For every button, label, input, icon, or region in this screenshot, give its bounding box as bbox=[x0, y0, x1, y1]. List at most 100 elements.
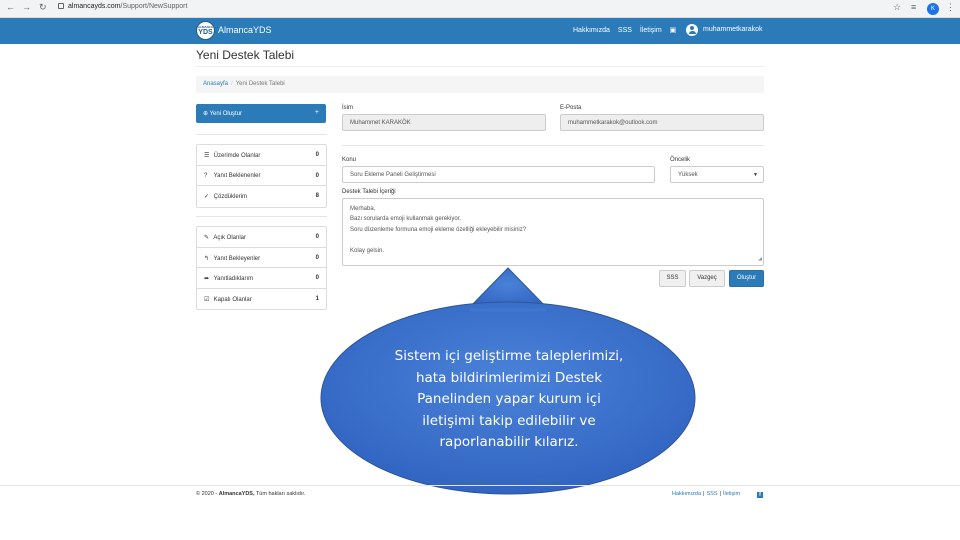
content-line: Merhaba, bbox=[350, 206, 376, 212]
reply-icon: ↰ bbox=[204, 255, 210, 262]
content-line: Soru düzenleme formuna emoji ekleme özel… bbox=[350, 226, 527, 233]
nav-link-contact[interactable]: İletişim bbox=[640, 27, 662, 34]
footer-divider bbox=[0, 485, 960, 486]
sidebar-item-label: Yanıt Bekleyenler bbox=[213, 255, 261, 262]
footer-separator: | bbox=[719, 491, 721, 497]
cancel-button[interactable]: Vazgeç bbox=[689, 270, 725, 287]
faq-button[interactable]: SSS bbox=[659, 270, 686, 287]
sidebar-item-solved[interactable]: ✓ Çözdüklerim 8 bbox=[197, 186, 326, 207]
browser-toolbar: ← → ↻ almancayds.com/Support/NewSupport … bbox=[0, 0, 960, 18]
my-tickets-list: ✎ Açık Olanlar 0 ↰ Yanıt Bekleyenler 0 ➦… bbox=[196, 226, 327, 310]
sidebar-item-label: Üzerimde Olanlar bbox=[213, 153, 261, 159]
sidebar-item-awaiting-answer[interactable]: ? Yanıt Beklenenler 0 bbox=[197, 166, 326, 186]
copyright-rights: Tüm hakları saklıdır. bbox=[255, 491, 306, 497]
count-badge: 0 bbox=[315, 172, 319, 179]
email-field[interactable]: muhammetkarakok@outlook.com bbox=[560, 114, 764, 131]
footer-link-about[interactable]: Hakkımızda bbox=[672, 491, 701, 497]
page-title: Yeni Destek Talebi bbox=[196, 48, 295, 62]
callout-line: raporlanabilir kılarız. bbox=[439, 434, 579, 451]
logo-main-text: YDS bbox=[198, 29, 213, 36]
nav-link-faq[interactable]: SSS bbox=[618, 27, 632, 34]
callout-pointer bbox=[466, 267, 550, 310]
chevron-down-icon: ▼ bbox=[753, 172, 758, 178]
nav-link-about[interactable]: Hakkımızda bbox=[573, 27, 610, 34]
sidebar-item-label: Açık Olanlar bbox=[213, 235, 247, 241]
thumbs-up-icon: ✓ bbox=[204, 194, 210, 200]
count-badge: 1 bbox=[315, 295, 319, 302]
copyright-brand: AlmancaYDS, bbox=[218, 491, 255, 497]
name-field[interactable]: Muhammet KARAKÖK bbox=[342, 114, 546, 131]
email-label: E-Posta bbox=[560, 105, 582, 111]
create-button[interactable]: Oluştur bbox=[729, 270, 764, 287]
footer-link-faq[interactable]: SSS bbox=[706, 491, 717, 497]
profile-avatar[interactable]: K bbox=[927, 3, 939, 15]
count-badge: 8 bbox=[315, 193, 319, 199]
footer-link-contact[interactable]: İletişim bbox=[723, 491, 740, 497]
copyright: © 2020 - AlmancaYDS, Tüm hakları saklıdı… bbox=[196, 491, 305, 497]
assigned-list: ☰ Üzerimde Olanlar 0 ? Yanıt Beklenenler… bbox=[196, 144, 327, 208]
priority-label: Öncelik bbox=[670, 157, 691, 163]
callout-line: iletişimi takip edilebilir ve bbox=[422, 412, 596, 429]
content-textarea[interactable]: Merhaba, Bazı sorularda emoji kullanmak … bbox=[342, 198, 764, 266]
check-icon: ☑ bbox=[204, 296, 210, 303]
name-label: İsim bbox=[342, 105, 353, 111]
callout-line: Panelinden yapar kurum içi bbox=[417, 391, 601, 408]
sidebar-item-label: Çözdüklerim bbox=[213, 194, 248, 200]
sidebar-item-label: Kapalı Olanlar bbox=[213, 296, 252, 303]
count-badge: 0 bbox=[315, 254, 319, 261]
footer-separator: | bbox=[703, 491, 705, 497]
sidebar-item-label: Yanıt Beklenenler bbox=[213, 172, 261, 179]
create-ticket-button[interactable]: ⊕ Yeni Oluştur + bbox=[196, 104, 326, 123]
sidebar-item-replied[interactable]: ➦ Yanıtladıklarım 0 bbox=[197, 268, 326, 289]
site-navbar bbox=[0, 18, 960, 44]
back-icon[interactable]: ← bbox=[6, 2, 15, 12]
title-divider bbox=[196, 66, 764, 67]
sidebar-item-label: Yanıtladıklarım bbox=[213, 276, 254, 282]
content-label: Destek Talebi İçeriği bbox=[342, 189, 396, 195]
subject-field[interactable]: Soru Ekleme Paneli Geliştirmesi bbox=[342, 166, 655, 183]
address-bar[interactable]: almancayds.com/Support/NewSupport bbox=[58, 3, 187, 10]
callout-line: hata bildirimlerimizi Destek bbox=[415, 369, 603, 386]
brand-logo[interactable]: ALMANCA YDS bbox=[196, 21, 215, 40]
callout-line: Sistem içi geliştirme taleplerimizi, bbox=[394, 348, 624, 364]
breadcrumb: Anasayfa / Yeni Destek Talebi bbox=[196, 76, 764, 93]
sidebar-item-closed[interactable]: ☑ Kapalı Olanlar 1 bbox=[197, 289, 326, 310]
content-line: Kolay gelsin. bbox=[350, 247, 385, 254]
edit-icon: ✎ bbox=[204, 235, 210, 241]
menu-icon[interactable]: ⋮ bbox=[946, 2, 955, 13]
inbox-icon[interactable]: ▣ bbox=[670, 27, 677, 34]
footer-links: Hakkımızda | SSS | İletişim bbox=[672, 491, 740, 497]
brand-name[interactable]: AlmancaYDS bbox=[218, 25, 272, 35]
copyright-year: © 2020 - bbox=[196, 491, 218, 497]
user-icon[interactable] bbox=[686, 24, 698, 36]
subject-label: Konu bbox=[342, 157, 357, 163]
priority-select[interactable]: Yüksek ▼ bbox=[670, 166, 764, 183]
sidebar-item-assigned[interactable]: ☰ Üzerimde Olanlar 0 bbox=[197, 145, 326, 166]
resize-grip-icon[interactable]: ◢ bbox=[758, 254, 762, 264]
user-name[interactable]: muhammetkarakok bbox=[703, 26, 763, 33]
count-badge: 0 bbox=[315, 275, 319, 281]
breadcrumb-current: Yeni Destek Talebi bbox=[235, 81, 285, 87]
lock-icon bbox=[58, 3, 64, 9]
share-icon: ➦ bbox=[204, 276, 210, 282]
question-icon: ? bbox=[204, 172, 208, 179]
breadcrumb-separator: / bbox=[231, 81, 233, 87]
plus-icon: + bbox=[314, 109, 319, 116]
content-line bbox=[350, 235, 756, 245]
sidebar-item-awaiting[interactable]: ↰ Yanıt Bekleyenler 0 bbox=[197, 248, 326, 268]
playlist-icon[interactable]: ≡ bbox=[911, 2, 916, 12]
form-divider bbox=[342, 145, 764, 146]
count-badge: 0 bbox=[315, 234, 319, 240]
content-line: Bazı sorularda emoji kullanmak gerekiyor… bbox=[350, 216, 462, 223]
breadcrumb-home[interactable]: Anasayfa bbox=[203, 81, 228, 87]
nav-links: Hakkımızda SSS İletişim ▣ bbox=[573, 26, 682, 34]
facebook-icon[interactable]: f bbox=[757, 492, 763, 498]
url-host: almancayds.com bbox=[68, 3, 121, 10]
forward-icon[interactable]: → bbox=[22, 2, 31, 12]
count-badge: 0 bbox=[315, 152, 319, 158]
sidebar-item-open[interactable]: ✎ Açık Olanlar 0 bbox=[197, 227, 326, 248]
reload-icon[interactable]: ↻ bbox=[39, 2, 47, 13]
star-icon[interactable]: ☆ bbox=[893, 2, 901, 13]
url-path: /Support/NewSupport bbox=[120, 3, 188, 10]
create-label: Yeni Oluştur bbox=[209, 111, 243, 117]
